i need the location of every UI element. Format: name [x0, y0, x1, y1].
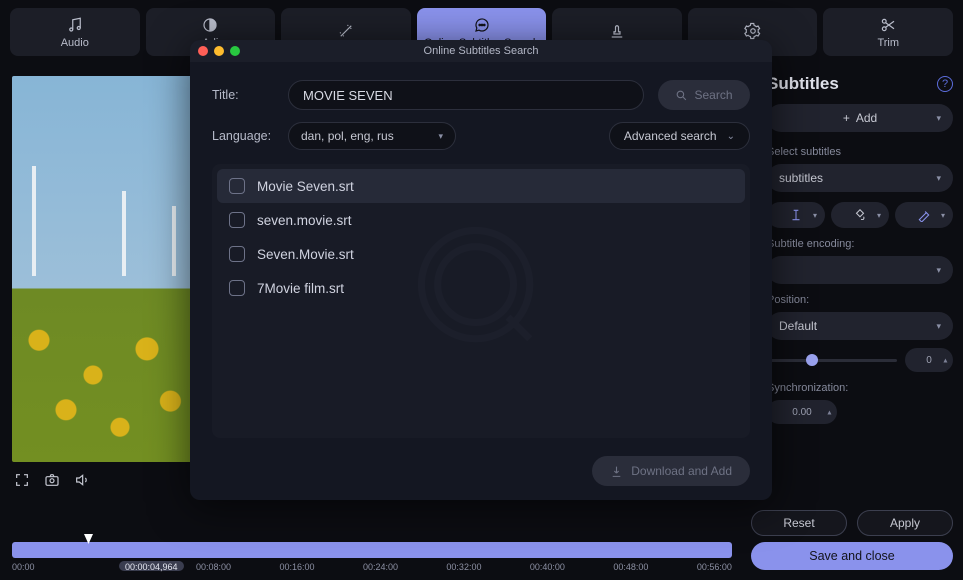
sync-label: Synchronization:	[767, 382, 953, 394]
result-filename: Seven.Movie.srt	[257, 247, 354, 262]
language-dropdown[interactable]: dan, pol, eng, rus ▾	[288, 122, 456, 150]
chevron-down-icon: ▾	[438, 131, 443, 142]
double-chevron-down-icon: ⌄	[727, 131, 735, 142]
preview-controls	[12, 462, 188, 503]
dialog-body: Title: Search Language: dan, pol, eng, r…	[190, 62, 772, 456]
apply-button[interactable]: Apply	[857, 510, 953, 536]
position-slider[interactable]	[767, 359, 897, 362]
volume-icon[interactable]	[74, 472, 90, 493]
checkbox[interactable]	[229, 246, 245, 262]
panel-heading: Subtitles	[767, 74, 953, 94]
plus-icon: +	[843, 111, 850, 125]
select-subtitles-value: subtitles	[779, 171, 823, 185]
download-and-add-button[interactable]: Download and Add	[592, 456, 750, 486]
title-label: Title:	[212, 88, 274, 102]
stamp-icon	[608, 22, 626, 40]
wand-icon	[337, 22, 355, 40]
slider-thumb[interactable]	[806, 354, 818, 366]
sync-value-box[interactable]: 0.00	[767, 400, 837, 424]
timeline: 00:00 00:00:04,964 00:08:00 00:16:00 00:…	[12, 542, 732, 572]
gear-icon	[744, 22, 762, 40]
result-filename: seven.movie.srt	[257, 213, 352, 228]
speech-icon	[473, 16, 491, 34]
position-slider-row: 0	[767, 348, 953, 372]
dialog-titlebar[interactable]: Online Subtitles Search	[190, 40, 772, 62]
search-icon	[675, 89, 688, 102]
encoding-label: Subtitle encoding:	[767, 238, 953, 250]
checkbox[interactable]	[229, 178, 245, 194]
result-filename: 7Movie film.srt	[257, 281, 344, 296]
timeline-track[interactable]	[12, 542, 732, 558]
current-time-badge: 00:00:04,964	[119, 561, 184, 571]
preview-pane	[0, 64, 200, 580]
dialog-title: Online Subtitles Search	[190, 45, 772, 57]
outline-color-button[interactable]	[895, 202, 953, 228]
save-and-close-button[interactable]: Save and close	[751, 542, 953, 570]
text-style-button[interactable]	[767, 202, 825, 228]
advanced-search-button[interactable]: Advanced search ⌄	[609, 122, 750, 150]
title-row: Title: Search	[212, 80, 750, 110]
fill-color-button[interactable]	[831, 202, 889, 228]
checkbox[interactable]	[229, 212, 245, 228]
result-item[interactable]: Movie Seven.srt	[217, 169, 745, 203]
language-row: Language: dan, pol, eng, rus ▾ Advanced …	[212, 122, 750, 150]
tab-label: Trim	[877, 37, 899, 49]
subtitles-search-dialog: Online Subtitles Search Title: Search La…	[190, 40, 772, 500]
checkbox[interactable]	[229, 280, 245, 296]
language-value: dan, pol, eng, rus	[301, 129, 394, 143]
download-icon	[610, 465, 623, 478]
title-input[interactable]	[288, 80, 644, 110]
subtitles-panel: Subtitles ? + Add Select subtitles subti…	[767, 74, 953, 424]
result-filename: Movie Seven.srt	[257, 179, 354, 194]
panel-buttons: Reset Apply	[751, 510, 953, 536]
contrast-icon	[201, 16, 219, 34]
fullscreen-icon[interactable]	[14, 472, 30, 493]
add-label: Add	[856, 111, 877, 125]
encoding-dropdown[interactable]	[767, 256, 953, 284]
video-preview[interactable]	[12, 76, 192, 462]
position-dropdown[interactable]: Default	[767, 312, 953, 340]
add-subtitles-button[interactable]: + Add	[767, 104, 953, 132]
snapshot-icon[interactable]	[44, 472, 60, 493]
search-button[interactable]: Search	[658, 80, 750, 110]
search-watermark-icon	[416, 225, 546, 360]
position-value-box[interactable]: 0	[905, 348, 953, 372]
language-label: Language:	[212, 129, 274, 143]
timeline-ticks: 00:00 00:00:04,964 00:08:00 00:16:00 00:…	[12, 562, 732, 572]
select-subtitles-dropdown[interactable]: subtitles	[767, 164, 953, 192]
reset-button[interactable]: Reset	[751, 510, 847, 536]
tab-label: Audio	[61, 37, 89, 49]
music-icon	[66, 16, 84, 34]
position-value: Default	[779, 319, 817, 333]
scissors-icon	[879, 16, 897, 34]
position-label: Position:	[767, 294, 953, 306]
help-icon[interactable]: ?	[937, 76, 953, 92]
select-subtitles-label: Select subtitles	[767, 146, 953, 158]
results-list: Movie Seven.srt seven.movie.srt Seven.Mo…	[212, 164, 750, 438]
tab-trim[interactable]: Trim	[823, 8, 953, 56]
tab-audio[interactable]: Audio	[10, 8, 140, 56]
text-style-row	[767, 202, 953, 228]
